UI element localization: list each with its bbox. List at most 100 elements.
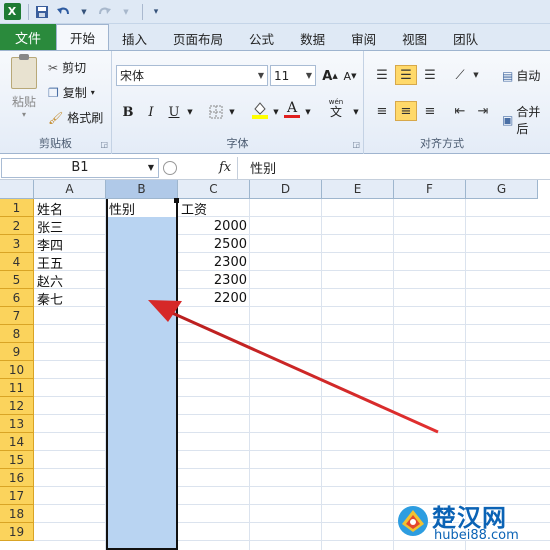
font-group-label: 字体 — [226, 137, 249, 150]
cell-a5[interactable]: 赵六 — [34, 271, 106, 290]
row-header-13[interactable]: 13 — [0, 415, 34, 433]
row-header-18[interactable]: 18 — [0, 505, 34, 523]
row-header-1[interactable]: 1 — [0, 199, 34, 217]
customize-icon[interactable]: ▾ — [147, 3, 165, 21]
worksheet-grid[interactable]: ABCDEFG 1 2 3 4 5 6 7 8 9 10 11 12 13 14 15 16 17 18 19 姓名… — [0, 180, 550, 550]
tab-team[interactable]: 团队 — [440, 26, 491, 50]
cell-c3[interactable]: 2500 — [178, 235, 250, 253]
copy-button[interactable]: ❐ 复制 ▾ — [48, 84, 95, 101]
brush-icon: 🖌 — [48, 110, 64, 125]
cell-a2[interactable]: 张三 — [34, 217, 106, 236]
chevron-down-icon[interactable]: ▼ — [298, 102, 318, 122]
font-size-combo[interactable]: 11 ▼ — [270, 65, 316, 86]
tab-review[interactable]: 审阅 — [338, 26, 389, 50]
column-header-e[interactable]: E — [322, 180, 394, 199]
chevron-down-icon[interactable]: ▼ — [346, 102, 366, 122]
save-icon[interactable] — [33, 3, 51, 21]
redo-icon[interactable] — [96, 3, 114, 21]
cell-a6[interactable]: 秦七 — [34, 289, 106, 308]
selected-column-highlight — [106, 199, 178, 550]
align-right-icon[interactable]: ≡ — [419, 101, 441, 121]
clipboard-group-label: 剪贴板 — [39, 137, 72, 150]
row-header-17[interactable]: 17 — [0, 487, 34, 505]
cell-a1[interactable]: 姓名 — [34, 199, 106, 218]
cell-b1[interactable]: 性别 — [106, 199, 178, 218]
column-header-f[interactable]: F — [394, 180, 466, 199]
merge-center-button[interactable]: ▣ 合并后 — [502, 103, 550, 137]
watermark-logo-icon — [398, 506, 428, 536]
cell-c2[interactable]: 2000 — [178, 217, 250, 235]
copy-icon: ❐ — [48, 85, 59, 100]
align-left-icon[interactable]: ≡ — [371, 101, 393, 121]
bold-button[interactable]: B — [118, 102, 138, 122]
insert-function-button[interactable]: fx — [219, 160, 231, 175]
cell-c6[interactable]: 2200 — [178, 289, 250, 307]
row-header-10[interactable]: 10 — [0, 361, 34, 379]
cell-c4[interactable]: 2300 — [178, 253, 250, 271]
tab-insert[interactable]: 插入 — [109, 26, 160, 50]
wrap-text-button[interactable]: ▤ 自动 — [502, 67, 540, 84]
cut-button[interactable]: ✂ 剪切 — [48, 59, 86, 76]
column-header-d[interactable]: D — [250, 180, 322, 199]
row-header-3[interactable]: 3 — [0, 235, 34, 253]
fill-handle[interactable] — [174, 198, 179, 203]
cell-c5[interactable]: 2300 — [178, 271, 250, 289]
row-header-9[interactable]: 9 — [0, 343, 34, 361]
align-center-icon[interactable]: ≡ — [395, 101, 417, 121]
cell-a4[interactable]: 王五 — [34, 253, 106, 272]
italic-button[interactable]: I — [141, 102, 161, 122]
row-header-5[interactable]: 5 — [0, 271, 34, 289]
formula-bar-handle-icon[interactable] — [163, 160, 177, 175]
shrink-font-button[interactable]: A ▼ — [340, 66, 360, 86]
column-header-a[interactable]: A — [34, 180, 106, 199]
paste-icon — [11, 54, 37, 89]
dialog-launcher-icon[interactable]: ◲ — [352, 140, 360, 149]
decrease-indent-icon[interactable]: ⇤ — [449, 101, 471, 121]
dialog-launcher-icon[interactable]: ◲ — [100, 140, 108, 149]
tab-view[interactable]: 视图 — [389, 26, 440, 50]
cell-c1[interactable]: 工资 — [178, 199, 250, 218]
font-name-combo[interactable]: 宋体 ▼ — [116, 65, 268, 86]
row-header-16[interactable]: 16 — [0, 469, 34, 487]
tab-home[interactable]: 开始 — [56, 24, 110, 50]
paste-button[interactable]: 粘贴 ▾ — [7, 54, 41, 119]
align-bottom-icon[interactable]: ☰ — [419, 65, 441, 85]
grow-font-button[interactable]: A ▲ — [320, 66, 340, 86]
format-painter-button[interactable]: 🖌 格式刷 — [48, 109, 103, 126]
row-header-14[interactable]: 14 — [0, 433, 34, 451]
chevron-down-icon[interactable]: ▼ — [222, 102, 242, 122]
undo-icon[interactable] — [54, 3, 72, 21]
redo-dropdown-icon[interactable]: ▼ — [117, 3, 135, 21]
formula-input[interactable]: 性别 — [237, 156, 276, 179]
column-header-c[interactable]: C — [178, 180, 250, 199]
tab-formulas[interactable]: 公式 — [236, 26, 287, 50]
row-header-2[interactable]: 2 — [0, 217, 34, 235]
chevron-down-icon: ▾ — [90, 88, 95, 97]
excel-logo-icon[interactable]: X — [3, 3, 21, 21]
column-header-g[interactable]: G — [466, 180, 538, 199]
chevron-down-icon[interactable]: ▼ — [465, 65, 487, 85]
row-header-11[interactable]: 11 — [0, 379, 34, 397]
tab-file[interactable]: 文件 — [0, 24, 56, 50]
column-header-b[interactable]: B — [106, 180, 178, 199]
row-header-8[interactable]: 8 — [0, 325, 34, 343]
formula-bar: B1 ▼ fx 性别 — [0, 156, 550, 180]
increase-indent-icon[interactable]: ⇥ — [472, 101, 494, 121]
tab-page-layout[interactable]: 页面布局 — [160, 26, 236, 50]
row-header-7[interactable]: 7 — [0, 307, 34, 325]
align-top-icon[interactable]: ☰ — [371, 65, 393, 85]
phonetic-guide-button[interactable]: wén 文 — [324, 98, 348, 118]
select-all-corner[interactable] — [0, 180, 34, 199]
row-header-12[interactable]: 12 — [0, 397, 34, 415]
tab-data[interactable]: 数据 — [287, 26, 338, 50]
chevron-down-icon[interactable]: ▼ — [180, 102, 200, 122]
row-header-19[interactable]: 19 — [0, 523, 34, 541]
align-middle-icon[interactable]: ☰ — [395, 65, 417, 85]
cell-a3[interactable]: 李四 — [34, 235, 106, 254]
row-header-6[interactable]: 6 — [0, 289, 34, 307]
name-box[interactable]: B1 ▼ — [1, 157, 159, 178]
row-header-4[interactable]: 4 — [0, 253, 34, 271]
chevron-down-icon: ▼ — [305, 71, 312, 80]
undo-dropdown-icon[interactable]: ▼ — [75, 3, 93, 21]
row-header-15[interactable]: 15 — [0, 451, 34, 469]
